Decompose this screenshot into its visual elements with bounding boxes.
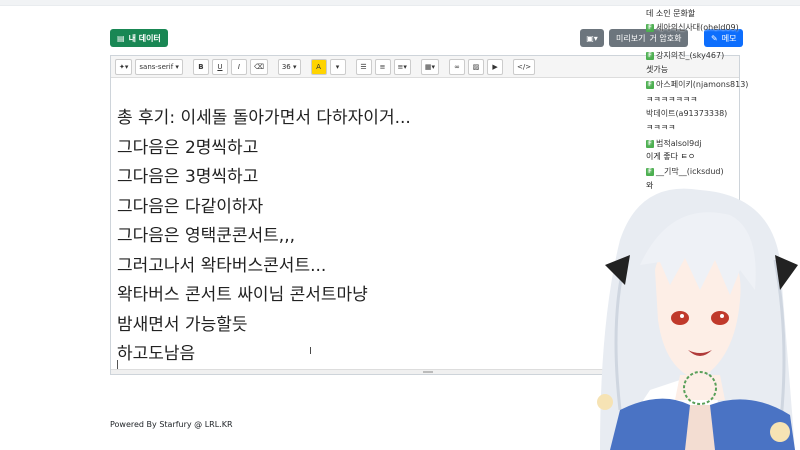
- text-line: 그다음은 다같이하자: [117, 196, 264, 217]
- text-line: 그다음은 2명씩하고: [117, 137, 259, 158]
- chat-message: F 범적alsol9dj: [646, 138, 702, 149]
- fan-badge-icon: F: [646, 80, 654, 89]
- text-line: 그다음은 영택쿤콘서트,,,: [117, 226, 296, 246]
- editor-content[interactable]: 총 후기: 이세돌 돌아가면서 다하자이거... 그다음은 2명씩하고 그다음은…: [117, 104, 617, 370]
- vtuber-avatar: [580, 170, 800, 450]
- fan-badge-icon: F: [646, 51, 654, 60]
- image-icon: ▨: [472, 62, 480, 71]
- align-icon: ≡▾: [397, 62, 407, 71]
- font-family-value: sans-serif: [139, 62, 174, 71]
- table-button[interactable]: ▦▾: [420, 58, 440, 75]
- profile-dropdown-button[interactable]: ▣▾: [580, 29, 604, 47]
- video-button[interactable]: ▶: [487, 58, 504, 75]
- text-color-dropdown[interactable]: ▾: [329, 58, 346, 75]
- chat-message: F 강지의진_(sky467): [646, 50, 724, 61]
- chat-message: F 세아의신사대(oheld09): [646, 22, 739, 33]
- chat-message: F 아스페이키(njamons813): [646, 79, 748, 90]
- my-data-label: 내 데이터: [128, 33, 161, 43]
- my-data-button[interactable]: ▤ 내 데이터: [110, 29, 168, 47]
- video-icon: ▶: [492, 62, 498, 71]
- text-line: 하고도남음: [117, 344, 196, 364]
- database-icon: ▤: [117, 33, 125, 43]
- chat-message: ㅋㅋㅋㅋ: [646, 123, 676, 132]
- ibeam-cursor-icon: I: [309, 346, 312, 357]
- ordered-list-button[interactable]: ≡: [374, 58, 391, 75]
- chat-message: 셋가능: [646, 65, 669, 74]
- fan-badge-icon: F: [646, 23, 654, 32]
- unordered-list-button[interactable]: ☰: [355, 58, 372, 75]
- chevron-down-icon: ▾: [335, 62, 340, 71]
- link-button[interactable]: ∞: [449, 58, 466, 75]
- font-size-select[interactable]: 36 ▾: [277, 58, 301, 75]
- chat-overlay: 데 소인 문화할 F 세아의신사대(oheld09) F 강지의진_(sky467)…: [640, 0, 800, 190]
- image-button[interactable]: ▨: [468, 58, 485, 75]
- link-icon: ∞: [454, 62, 460, 71]
- footer-credit: Powered By Starfury @ LRL.KR: [110, 420, 233, 429]
- font-family-select[interactable]: sans-serif ▾: [135, 58, 183, 75]
- font-size-value: 36: [281, 62, 291, 71]
- code-view-button[interactable]: </>: [513, 58, 536, 75]
- profile-card-icon: ▣▾: [586, 33, 598, 43]
- paragraph-align-button[interactable]: ≡▾: [393, 58, 411, 75]
- chat-message: 데 소인 문화할: [646, 9, 696, 18]
- text-line: 그다음은 3명씩하고: [117, 167, 259, 187]
- text-line: 밤새면서 가능할듯: [117, 314, 248, 335]
- fan-badge-icon: F: [646, 139, 654, 148]
- text-line: 그러고나서 왁타버스콘서트...: [117, 255, 327, 276]
- chat-message: 박데이트(a91373338): [646, 109, 728, 118]
- text-color-icon: A: [316, 62, 321, 71]
- magic-wand-icon: ✦▾: [119, 62, 129, 71]
- avatar-illustration: [597, 188, 798, 450]
- table-icon: ▦▾: [424, 62, 436, 71]
- page: ▤ 내 데이터 ▣▾ 미리보기 거 암호화 ✎ 메모 ✦▾ sans-serif…: [0, 0, 800, 450]
- eraser-button[interactable]: ⌫: [249, 58, 268, 75]
- bold-button[interactable]: B: [192, 58, 209, 75]
- list-bullet-icon: ☰: [360, 62, 367, 71]
- underline-button[interactable]: U: [211, 58, 228, 75]
- text-line: 왁타버스 콘서트 싸이님 콘서트마냥: [117, 285, 368, 305]
- italic-button[interactable]: I: [230, 58, 247, 75]
- chat-message: ㅋㅋㅋㅋㅋㅋㅋ: [646, 95, 698, 104]
- text-color-button[interactable]: A: [310, 58, 327, 75]
- chat-message: 이게 좋다 ㅌㅇ: [646, 152, 696, 161]
- eraser-icon: ⌫: [253, 62, 264, 71]
- magic-wand-button[interactable]: ✦▾: [115, 58, 133, 75]
- list-number-icon: ≡: [379, 62, 386, 71]
- text-line: 총 후기: 이세돌 돌아가면서 다하자이거...: [117, 108, 411, 128]
